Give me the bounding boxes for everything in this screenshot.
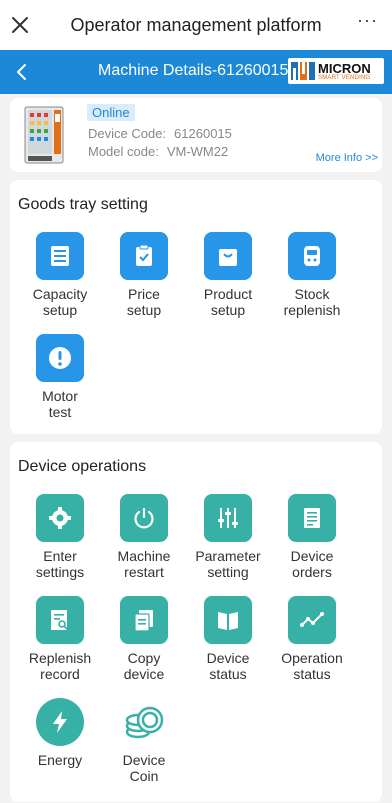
page-header: Machine Details-61260015 MICRON SMART VE… [0, 50, 392, 94]
more-menu-icon[interactable]: ··· [357, 11, 378, 29]
device-operations-section: Device operations Enter settings Machine r… [10, 442, 382, 802]
alert-icon [36, 334, 84, 382]
page-title: Machine Details-61260015 [98, 62, 289, 79]
status-badge: Online [87, 104, 135, 121]
section-title: Device operations [18, 458, 147, 475]
gear-icon [36, 494, 84, 542]
app-title: Operator management platform [70, 14, 322, 35]
replenish-record-button[interactable]: Replenish record [18, 596, 102, 682]
vending-machine-image [24, 106, 64, 164]
item-label: Parameter setting [195, 548, 261, 580]
device-coin-button[interactable]: Device Coin [102, 698, 186, 784]
capacity-icon [36, 232, 84, 280]
copy-icon [120, 596, 168, 644]
machine-icon [288, 232, 336, 280]
more-info-link[interactable]: More Info >> [316, 152, 378, 164]
logo-brand: MICRON [318, 60, 371, 76]
back-arrow-icon[interactable] [12, 62, 32, 82]
power-icon [120, 494, 168, 542]
micron-logo: MICRON SMART VENDING [288, 58, 384, 84]
section-title: Goods tray setting [18, 196, 148, 213]
item-label: Replenish record [28, 650, 92, 682]
device-code-value: 61260015 [174, 126, 232, 141]
item-label: Price setup [126, 286, 162, 318]
device-status-button[interactable]: Device status [186, 596, 270, 682]
item-label: Stock replenish [283, 286, 341, 318]
item-label: Device orders [290, 548, 334, 580]
machine-restart-button[interactable]: Machine restart [102, 494, 186, 580]
coins-icon [120, 698, 168, 746]
product-setup-button[interactable]: Product setup [186, 232, 270, 318]
item-label: Machine restart [117, 548, 171, 580]
book-icon [204, 596, 252, 644]
model-code-value: VM-WM22 [166, 144, 229, 159]
device-orders-button[interactable]: Device orders [270, 494, 354, 580]
item-label: Product setup [203, 286, 253, 318]
device-code-row: Device Code: 61260015 [88, 126, 232, 141]
item-label: Operation status [281, 650, 343, 682]
enter-settings-button[interactable]: Enter settings [18, 494, 102, 580]
capacity-setup-button[interactable]: Capacity setup [18, 232, 102, 318]
device-code-label: Device Code: [88, 126, 167, 141]
operation-status-button[interactable]: Operation status [270, 596, 354, 682]
chart-line-icon [288, 596, 336, 644]
goods-tray-section: Goods tray setting Capacity setup Price se… [10, 180, 382, 434]
close-icon[interactable] [8, 13, 32, 37]
bag-icon [204, 232, 252, 280]
logo-sub: SMART VENDING [318, 74, 371, 81]
item-label: Capacity setup [32, 286, 88, 318]
record-search-icon [36, 596, 84, 644]
item-label: Device status [206, 650, 250, 682]
copy-device-button[interactable]: Copy device [102, 596, 186, 682]
stock-replenish-button[interactable]: Stock replenish [270, 232, 354, 318]
price-setup-button[interactable]: Price setup [102, 232, 186, 318]
document-icon [288, 494, 336, 542]
item-label: Device Coin [122, 752, 166, 784]
parameter-setting-button[interactable]: Parameter setting [186, 494, 270, 580]
model-code-row: Model code: VM-WM22 [88, 144, 228, 159]
item-label: Enter settings [35, 548, 85, 580]
machine-info-card: Online Device Code: 61260015 Model code: V… [10, 98, 382, 172]
model-code-label: Model code: [88, 144, 159, 159]
item-label: Energy [37, 752, 83, 768]
item-label: Motor test [42, 388, 78, 420]
sliders-icon [204, 494, 252, 542]
clipboard-check-icon [120, 232, 168, 280]
item-label: Copy device [123, 650, 165, 682]
energy-button[interactable]: Energy [18, 698, 102, 768]
app-top-bar: Operator management platform ··· [0, 0, 392, 50]
logo-mark-icon [291, 62, 315, 80]
bolt-icon [36, 698, 84, 746]
motor-test-button[interactable]: Motor test [18, 334, 102, 420]
